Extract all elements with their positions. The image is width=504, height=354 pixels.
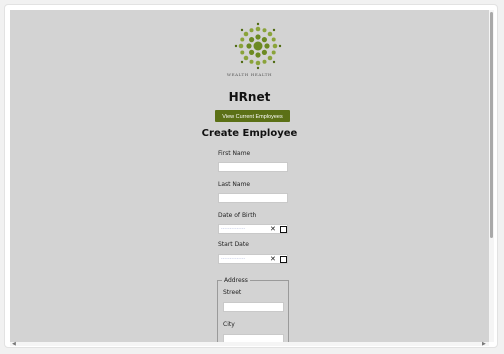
view-current-employees-button[interactable]: View Current Employees — [215, 110, 290, 122]
vertical-scrollbar-thumb[interactable] — [490, 12, 493, 238]
last-name-input[interactable] — [218, 193, 288, 203]
date-of-birth-input[interactable]: -------------- ✕ — [218, 224, 288, 234]
start-date-label: Start Date — [218, 241, 249, 248]
date-of-birth-label: Date of Birth — [218, 212, 257, 219]
first-name-input[interactable] — [218, 162, 288, 172]
city-label: City — [223, 321, 235, 328]
address-legend: Address — [224, 277, 248, 284]
vertical-scrollbar[interactable] — [489, 10, 494, 342]
form-title: Create Employee — [201, 128, 298, 139]
street-label: Street — [223, 289, 242, 296]
logo-icon — [234, 22, 282, 70]
app-title: HRnet — [228, 90, 271, 104]
street-input[interactable] — [223, 302, 284, 312]
first-name-label: First Name — [218, 150, 251, 157]
calendar-icon[interactable] — [280, 226, 287, 233]
clear-icon[interactable]: ✕ — [270, 225, 276, 233]
last-name-label: Last Name — [218, 181, 251, 188]
page-viewport: Wealth Health HRnet View Current Employe… — [10, 10, 489, 342]
scroll-arrow-right-icon[interactable]: ▶ — [482, 342, 486, 347]
start-date-placeholder: -------------- — [221, 256, 246, 261]
calendar-icon[interactable] — [280, 256, 287, 263]
clear-icon[interactable]: ✕ — [270, 255, 276, 263]
scroll-arrow-left-icon[interactable]: ◀ — [12, 342, 16, 347]
city-input[interactable] — [223, 334, 284, 342]
horizontal-scrollbar[interactable]: ◀ ▶ — [10, 342, 489, 347]
date-of-birth-placeholder: -------------- — [221, 226, 246, 231]
brand-name: Wealth Health — [226, 72, 273, 77]
start-date-input[interactable]: -------------- ✕ — [218, 254, 288, 264]
